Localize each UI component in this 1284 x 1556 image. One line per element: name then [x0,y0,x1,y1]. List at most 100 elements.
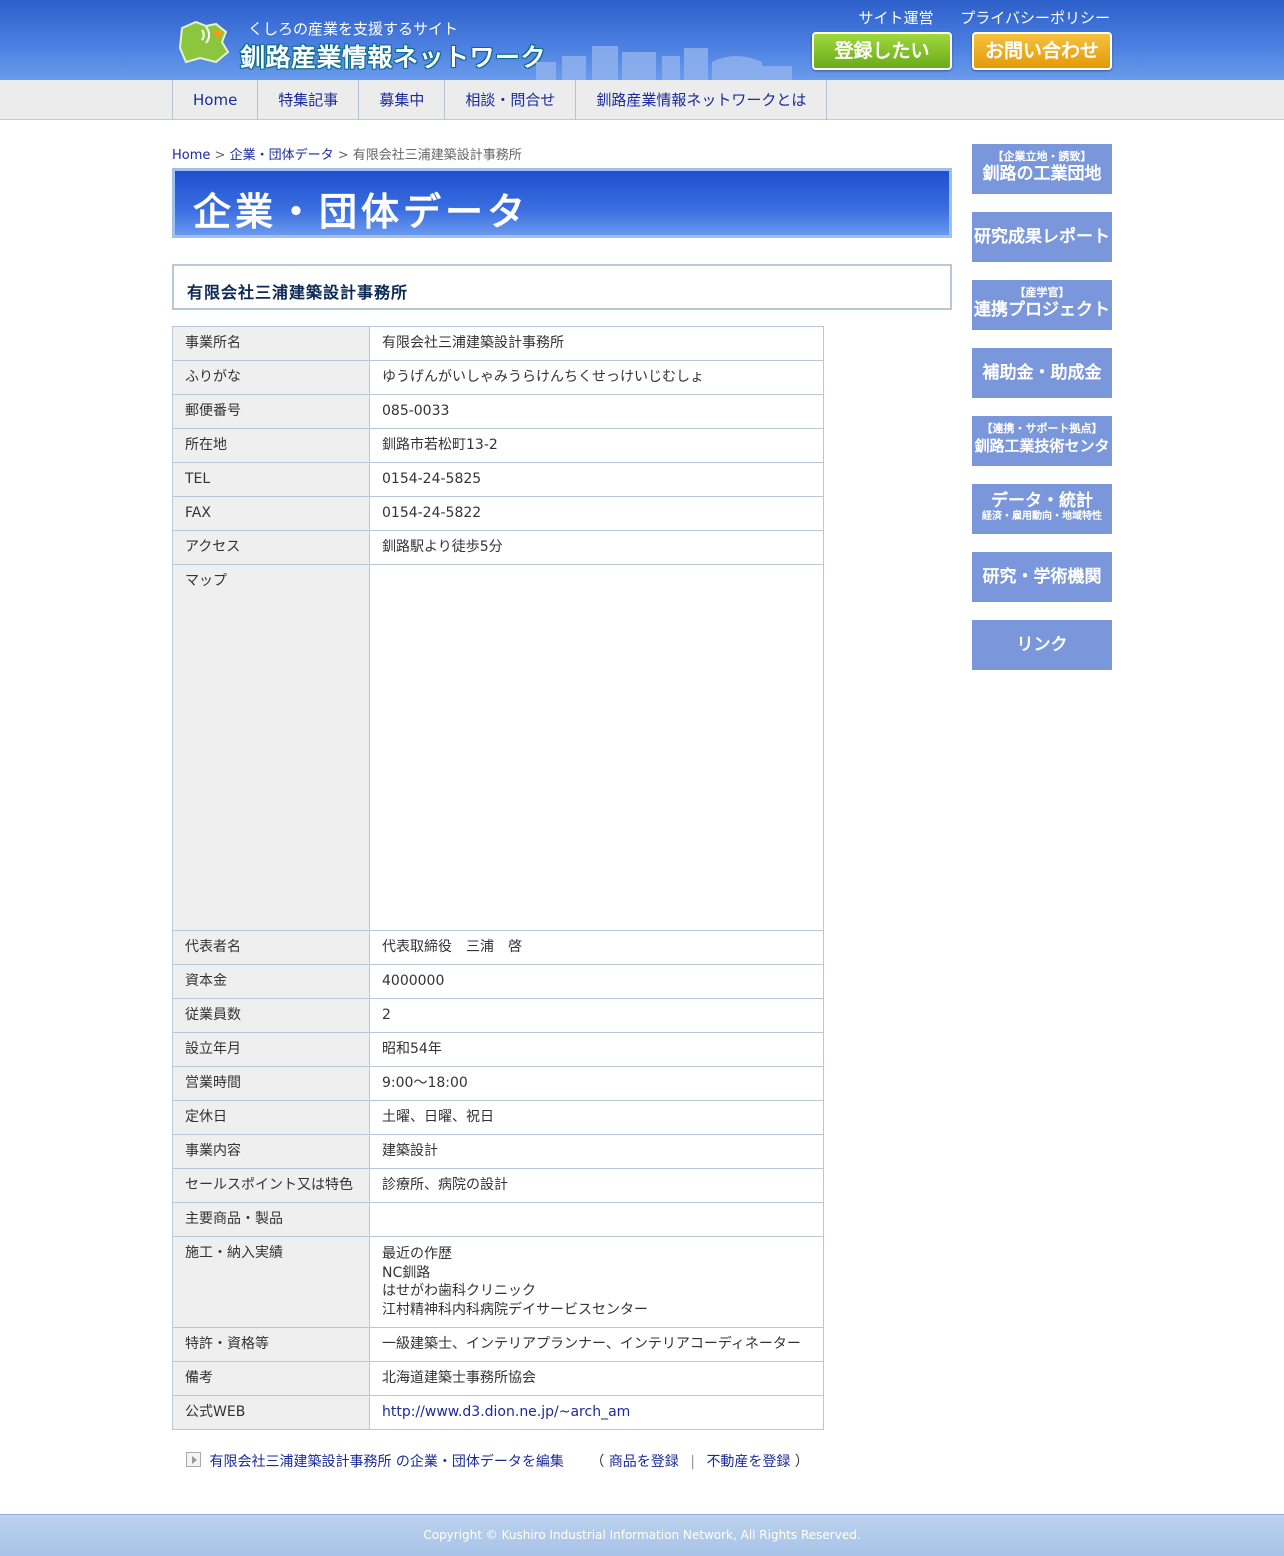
site-title[interactable]: 釧路産業情報ネットワーク [240,38,546,74]
row-label: 郵便番号 [172,394,370,429]
breadcrumb-current: 有限会社三浦建築設計事務所 [352,148,522,163]
table-row: 特許・資格等 一級建築士、インテリアプランナー、インテリアコーディネーター [172,1327,824,1362]
row-value: 一級建築士、インテリアプランナー、インテリアコーディネーター [369,1327,824,1362]
row-value: 北海道建築士事務所協会 [369,1361,824,1396]
contact-button[interactable]: お問い合わせ [972,32,1112,70]
map-area[interactable] [369,564,824,931]
table-row: アクセス 釧路駅より徒歩5分 [172,530,824,565]
sidebar-label: データ・統計 [991,491,1093,511]
company-heading-box: 有限会社三浦建築設計事務所 [172,264,952,310]
row-value: 最近の作歴 NC釧路 はせがわ歯科クリニック 江村精神科内科病院デイサービスセン… [369,1236,824,1328]
breadcrumb-home[interactable]: Home [172,148,210,163]
table-row: ふりがな ゆうげんがいしゃみうらけんちくせっけいじむしょ [172,360,824,395]
row-label: アクセス [172,530,370,565]
row-label: 特許・資格等 [172,1327,370,1362]
arrow-right-icon [186,1452,201,1467]
edit-data-link[interactable]: 有限会社三浦建築設計事務所 の企業・団体データを編集 [209,1454,563,1470]
table-row: 資本金 4000000 [172,964,824,999]
row-label: 営業時間 [172,1066,370,1101]
sidebar-links[interactable]: リンク [972,620,1112,670]
link-divider: | [690,1454,695,1470]
site-operation-link[interactable]: サイト運営 [859,9,934,27]
sidebar-subsidy[interactable]: 補助金・助成金 [972,348,1112,398]
nav-recruiting[interactable]: 募集中 [359,80,446,120]
sidebar-label: リンク [1016,635,1068,655]
row-value: 085-0033 [369,394,824,429]
breadcrumb-category[interactable]: 企業・団体データ [230,148,334,163]
edit-links: 有限会社三浦建築設計事務所 の企業・団体データを編集 （ 商品を登録 | 不動産… [186,1451,809,1471]
official-web-link[interactable]: http://www.d3.dion.ne.jp/~arch_am [382,1404,630,1420]
row-value: 代表取締役 三浦 啓 [369,930,824,965]
row-label: 資本金 [172,964,370,999]
record-line: NC釧路 [382,1264,431,1281]
site-header: くしろの産業を支援するサイト 釧路産業情報ネットワーク サイト運営 プライバシー… [0,0,1284,80]
table-row: マップ [172,564,824,931]
table-row: FAX 0154-24-5822 [172,496,824,531]
sidebar-label-small: 経済・雇用動向・地域特性 [982,511,1102,522]
table-row: 従業員数 2 [172,998,824,1033]
breadcrumb-separator: > [337,148,349,163]
row-label: マップ [172,564,370,931]
company-heading: 有限会社三浦建築設計事務所 [187,283,409,302]
site-tagline: くしろの産業を支援するサイト [248,20,459,38]
row-label: 主要商品・製品 [172,1202,370,1237]
nav-features[interactable]: 特集記事 [258,80,360,120]
page-title-banner: 企業・団体データ [172,168,952,238]
row-value: 2 [369,998,824,1033]
sidebar-research-institutions[interactable]: 研究・学術機関 [972,552,1112,602]
row-label: FAX [172,496,370,531]
table-row: 事業内容 建築設計 [172,1134,824,1169]
row-label: 定休日 [172,1100,370,1135]
row-value: 有限会社三浦建築設計事務所 [369,326,824,361]
sidebar-research-report[interactable]: 研究成果レポート [972,212,1112,262]
nav-about[interactable]: 釧路産業情報ネットワークとは [576,80,828,120]
row-label: セールスポイント又は特色 [172,1168,370,1203]
record-line: はせがわ歯科クリニック [382,1283,536,1299]
table-row: 代表者名 代表取締役 三浦 啓 [172,930,824,965]
table-row: 所在地 釧路市若松町13-2 [172,428,824,463]
table-row: 施工・納入実績 最近の作歴 NC釧路 はせがわ歯科クリニック 江村精神科内科病院… [172,1236,824,1328]
sidebar-data-statistics[interactable]: データ・統計 経済・雇用動向・地域特性 [972,484,1112,534]
row-value: 4000000 [369,964,824,999]
row-label: 備考 [172,1361,370,1396]
register-button[interactable]: 登録したい [812,32,952,70]
row-label: 事業所名 [172,326,370,361]
site-footer: Copyright © Kushiro Industrial Informati… [0,1514,1284,1556]
sidebar-label-small: 【産学官】 [1014,286,1070,299]
row-label: ふりがな [172,360,370,395]
register-product-link[interactable]: 商品を登録 [609,1454,679,1470]
skyline-graphic [536,46,792,80]
sidebar-collaboration-project[interactable]: 【産学官】 連携プロジェクト [972,280,1112,330]
close-paren: ） [794,1454,809,1470]
sidebar-label: 釧路の工業団地 [982,164,1102,184]
row-value: 0154-24-5825 [369,462,824,497]
sidebar-industrial-park[interactable]: 【企業立地・誘致】 釧路の工業団地 [972,144,1112,194]
row-label: 公式WEB [172,1395,370,1430]
row-value: 診療所、病院の設計 [369,1168,824,1203]
main-nav: Home 特集記事 募集中 相談・問合せ 釧路産業情報ネットワークとは [0,80,1284,120]
record-line: 江村精神科内科病院デイサービスセンター [382,1301,648,1318]
table-row: 事業所名 有限会社三浦建築設計事務所 [172,326,824,361]
table-row: 備考 北海道建築士事務所協会 [172,1361,824,1396]
nav-consultation[interactable]: 相談・問合せ [445,80,577,120]
row-value: http://www.d3.dion.ne.jp/~arch_am [369,1395,824,1430]
row-value: 土曜、日曜、祝日 [369,1100,824,1135]
row-value: ゆうげんがいしゃみうらけんちくせっけいじむしょ [369,360,824,395]
row-label: 所在地 [172,428,370,463]
row-value: 釧路駅より徒歩5分 [369,530,824,565]
row-label: 設立年月 [172,1032,370,1067]
sidebar-label-small: 【企業立地・誘致】 [992,150,1092,163]
sidebar-label-small: 【連携・サポート拠点】 [981,422,1103,435]
table-row: 主要商品・製品 [172,1202,824,1237]
copyright: Copyright © Kushiro Industrial Informati… [423,1528,861,1542]
sidebar-label: 釧路工業技術センター [974,437,1110,477]
company-data-table: 事業所名 有限会社三浦建築設計事務所 ふりがな ゆうげんがいしゃみうらけんちくせ… [172,326,824,1430]
privacy-policy-link[interactable]: プライバシーポリシー [960,9,1110,27]
row-value: 昭和54年 [369,1032,824,1067]
sidebar-tech-center[interactable]: 【連携・サポート拠点】 釧路工業技術センター [972,416,1112,477]
register-realestate-link[interactable]: 不動産を登録 [706,1454,790,1470]
row-label: TEL [172,462,370,497]
row-value [369,1202,824,1237]
nav-home[interactable]: Home [173,80,259,120]
logo-map-icon[interactable] [176,18,236,66]
